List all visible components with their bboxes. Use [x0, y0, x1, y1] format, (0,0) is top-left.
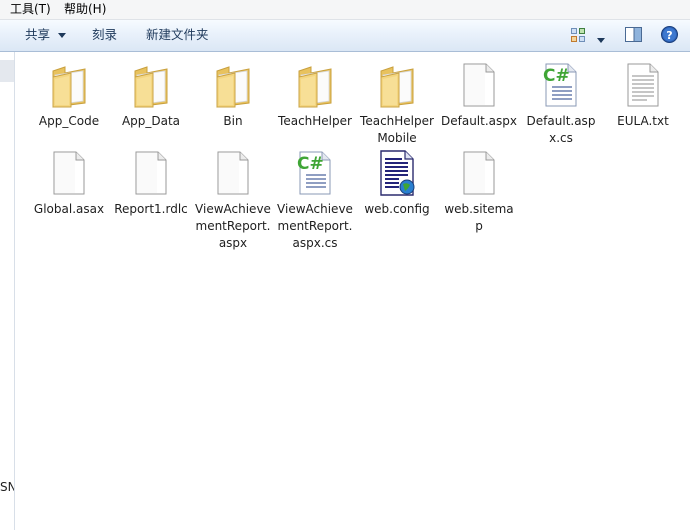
- menu-bar: 工具(T) 帮助(H): [0, 0, 690, 20]
- nav-item-partial-text: SN: [0, 480, 15, 494]
- file-item[interactable]: web.sitemap: [441, 149, 517, 269]
- burn-button[interactable]: 刻录: [92, 27, 117, 43]
- file-name-label: TeachHelperMobile: [360, 114, 434, 145]
- share-button[interactable]: 共享: [25, 27, 66, 43]
- file-item[interactable]: C# ViewAchievementReport.aspx.cs: [277, 149, 353, 269]
- chevron-down-icon: [58, 32, 66, 38]
- help-button[interactable]: ?: [661, 26, 678, 46]
- burn-label: 刻录: [92, 27, 118, 42]
- file-item[interactable]: Report1.rdlc: [113, 149, 189, 269]
- file-name-label: Report1.rdlc: [114, 202, 188, 216]
- menu-help[interactable]: 帮助(H): [64, 2, 106, 16]
- folder-icon: [377, 61, 417, 109]
- file-name-label: Global.asax: [33, 202, 105, 216]
- file-name-label: web.config: [364, 202, 430, 216]
- text-file-icon: [623, 61, 663, 109]
- blank-file-icon: [131, 149, 171, 197]
- file-name-label: Default.aspx: [441, 114, 517, 128]
- file-name-label: web.sitemap: [444, 202, 514, 233]
- help-icon: ?: [661, 26, 678, 43]
- file-name-label: EULA.txt: [617, 114, 669, 128]
- file-name-label: Default.aspx.cs: [526, 114, 596, 145]
- preview-pane-icon: [625, 27, 642, 42]
- menu-tools[interactable]: 工具(T): [10, 2, 51, 16]
- chevron-down-icon: [597, 38, 605, 43]
- file-item[interactable]: web.config: [359, 149, 435, 269]
- file-item[interactable]: C# Default.aspx.cs: [523, 61, 599, 181]
- blank-file-icon: [49, 149, 89, 197]
- csharp-file-icon: C#: [295, 149, 335, 197]
- file-name-label: ViewAchievementReport.aspx.cs: [277, 202, 353, 250]
- file-name-label: Bin: [223, 114, 243, 128]
- view-grid-icon: [571, 28, 585, 42]
- preview-pane-button[interactable]: [625, 27, 642, 45]
- nav-selected-item[interactable]: [0, 60, 14, 82]
- navigation-pane[interactable]: SN: [0, 52, 15, 530]
- change-view-button[interactable]: [571, 28, 587, 45]
- view-options-dropdown[interactable]: [597, 33, 605, 47]
- file-name-label: App_Code: [38, 114, 100, 128]
- file-item[interactable]: Global.asax: [31, 149, 107, 269]
- file-name-label: ViewAchievementReport.aspx: [195, 202, 271, 250]
- svg-text:C#: C#: [297, 154, 324, 174]
- file-name-label: TeachHelper: [278, 114, 352, 128]
- blank-file-icon: [213, 149, 253, 197]
- svg-text:?: ?: [666, 29, 672, 42]
- blank-file-icon: [459, 149, 499, 197]
- command-bar: 共享 刻录 新建文件夹 ?: [0, 20, 690, 52]
- folder-icon: [295, 61, 335, 109]
- folder-icon: [49, 61, 89, 109]
- blank-file-icon: [459, 61, 499, 109]
- csharp-file-icon: C#: [541, 61, 581, 109]
- new-folder-button[interactable]: 新建文件夹: [146, 27, 209, 43]
- folder-icon: [131, 61, 171, 109]
- file-item[interactable]: EULA.txt: [605, 61, 681, 181]
- share-label: 共享: [25, 27, 51, 42]
- svg-text:C#: C#: [543, 66, 570, 86]
- file-list[interactable]: App_Code App_Data Bin TeachHelper TeachH…: [15, 52, 690, 530]
- file-item[interactable]: ViewAchievementReport.aspx: [195, 149, 271, 269]
- file-name-label: App_Data: [121, 114, 181, 128]
- new-folder-label: 新建文件夹: [146, 27, 209, 42]
- config-file-icon: [377, 149, 417, 197]
- folder-icon: [213, 61, 253, 109]
